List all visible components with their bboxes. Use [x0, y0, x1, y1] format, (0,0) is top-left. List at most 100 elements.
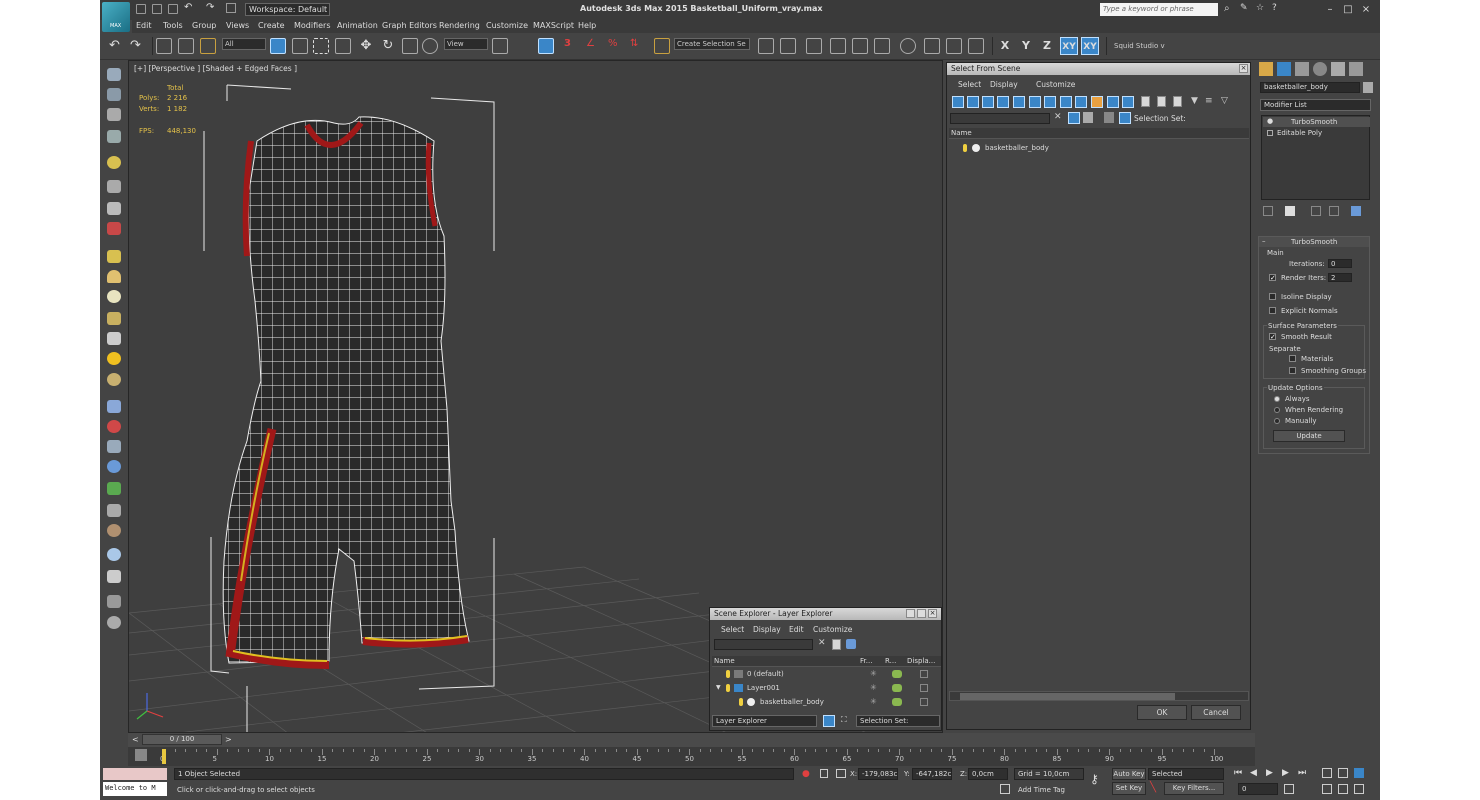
menu-rendering[interactable]: Rendering [439, 21, 480, 30]
when-rendering-radio[interactable] [1274, 407, 1280, 413]
mirror-icon[interactable] [758, 38, 774, 54]
redo-quick-icon[interactable]: ↷ [206, 2, 214, 13]
next-frame-icon[interactable]: ▶ [1282, 768, 1289, 778]
select-object-icon[interactable] [270, 38, 286, 54]
auto-key-button[interactable]: Auto Key [1112, 768, 1146, 780]
sphere-half-icon[interactable] [107, 270, 121, 283]
filter-helpers-icon[interactable] [1013, 96, 1025, 108]
plant-icon[interactable] [107, 482, 121, 495]
sphere-icon[interactable] [107, 290, 121, 303]
table-row[interactable]: basketballer_body ✳ [712, 696, 941, 709]
time-slider-thumb[interactable]: 0 / 100 [142, 734, 222, 745]
filter-xrefs-icon[interactable] [1060, 96, 1072, 108]
key-icon[interactable]: ⚷ [1090, 772, 1099, 786]
render-teapot-icon[interactable] [892, 670, 902, 678]
smoothing-groups-checkbox[interactable] [1289, 367, 1296, 374]
filter-lights-icon[interactable] [982, 96, 994, 108]
sfs-menu-display[interactable]: Display [990, 80, 1018, 89]
rendered-frame-icon[interactable] [946, 38, 962, 54]
make-unique-icon[interactable] [1311, 206, 1321, 216]
orbit-icon[interactable] [1354, 784, 1364, 794]
left-tool-9-icon[interactable] [107, 250, 121, 263]
left-tool-8-icon[interactable] [107, 222, 121, 235]
ok-button[interactable]: OK [1137, 705, 1187, 720]
zoom-all-icon[interactable] [1338, 768, 1348, 778]
left-tool-26-icon[interactable] [107, 616, 121, 629]
table-row[interactable]: 0 (default) ✳ [712, 668, 941, 681]
add-time-tag[interactable]: Add Time Tag [1018, 786, 1065, 794]
selection-lock-icon[interactable] [820, 769, 828, 778]
scene-explorer-close-button[interactable]: × [928, 609, 937, 618]
remove-modifier-icon[interactable] [1329, 206, 1339, 216]
open-file-icon[interactable] [152, 4, 162, 14]
light-bulb-icon[interactable] [739, 698, 743, 706]
time-config-icon[interactable] [1284, 784, 1294, 794]
display-none-icon[interactable] [1157, 96, 1166, 107]
se-menu-edit[interactable]: Edit [789, 625, 804, 634]
cancel-button[interactable]: Cancel [1191, 705, 1241, 720]
communication-icon[interactable]: ✎ [1240, 3, 1248, 13]
se-menu-select[interactable]: Select [721, 625, 744, 634]
filter-cameras-icon[interactable] [997, 96, 1009, 108]
menu-tools[interactable]: Tools [163, 21, 183, 30]
freeze-icon[interactable]: ✳ [870, 697, 877, 706]
left-tool-7-icon[interactable] [107, 202, 121, 215]
set-key-button[interactable]: Set Key [1112, 782, 1146, 795]
left-tool-6-icon[interactable] [107, 180, 121, 193]
rectangular-selection-icon[interactable] [313, 38, 329, 54]
utilities-tab-icon[interactable] [1349, 62, 1363, 76]
se-layer-mode-icon[interactable] [823, 715, 835, 727]
bulb-icon[interactable]: ● [1267, 117, 1273, 125]
sfs-selection-set-icon[interactable] [1119, 112, 1131, 124]
scene-explorer-maximize-button[interactable] [917, 609, 926, 618]
update-button[interactable]: Update [1273, 430, 1345, 442]
menu-customize[interactable]: Customize [486, 21, 528, 30]
explorer-type-dropdown[interactable]: Layer Explorer [712, 715, 817, 727]
rollout-header[interactable]: – TurboSmooth [1259, 237, 1369, 247]
filter-options-icon[interactable]: ≡ [1205, 96, 1213, 106]
material-editor-icon[interactable] [900, 38, 916, 54]
render-teapot-icon[interactable] [892, 684, 902, 692]
time-slider[interactable]: < 0 / 100 > [128, 733, 1255, 747]
torus-icon[interactable] [107, 373, 121, 386]
bind-space-warp-icon[interactable] [200, 38, 216, 54]
link-icon[interactable] [156, 38, 172, 54]
angle-snap-icon[interactable]: ∠ [586, 38, 602, 54]
x-coord-field[interactable]: -179,083cr [858, 768, 898, 780]
key-filters-button[interactable]: Key Filters... [1164, 782, 1224, 795]
se-col-freeze[interactable]: Fr... [860, 657, 872, 665]
sfs-close-button[interactable]: × [1239, 64, 1248, 73]
left-tool-22-icon[interactable] [107, 524, 121, 537]
render-teapot-icon[interactable] [892, 698, 902, 706]
menu-animation[interactable]: Animation [337, 21, 378, 30]
sfs-menu-select[interactable]: Select [958, 80, 981, 89]
left-tool-21-icon[interactable] [107, 504, 121, 517]
menu-views[interactable]: Views [226, 21, 249, 30]
goto-end-icon[interactable]: ⏭ [1298, 768, 1306, 778]
pin-stack-icon[interactable] [1263, 206, 1273, 216]
sfs-col-name[interactable]: Name [951, 129, 972, 137]
filter-funnel-icon[interactable]: ▼ [1191, 96, 1198, 106]
display-invert-icon[interactable] [1173, 96, 1182, 107]
minimize-button[interactable]: – [1322, 3, 1338, 16]
filter-containers-icon[interactable] [1091, 96, 1103, 108]
scene-explorer-minimize-button[interactable] [906, 609, 915, 618]
maxscript-listener[interactable]: Welcome to M [103, 782, 167, 796]
layer-manager-icon[interactable] [806, 38, 822, 54]
list-item[interactable]: basketballer_body [949, 142, 1249, 155]
edit-named-selection-icon[interactable] [654, 38, 670, 54]
light-bulb-icon[interactable] [726, 670, 730, 678]
horizontal-scrollbar[interactable] [949, 691, 1249, 701]
object-name-input[interactable]: basketballer_body [1260, 82, 1360, 93]
curve-editor-icon[interactable] [852, 38, 868, 54]
se-menu-customize[interactable]: Customize [813, 625, 852, 634]
sfs-clear-icon[interactable]: ✕ [1054, 112, 1062, 122]
filter-spacewarps-icon[interactable] [1029, 96, 1041, 108]
undo-quick-icon[interactable]: ↶ [184, 2, 192, 13]
left-tool-2-icon[interactable] [107, 88, 121, 101]
snaps-toggle-icon[interactable]: 3 [564, 38, 580, 54]
filter-geometry-icon[interactable] [952, 96, 964, 108]
select-manipulate-icon[interactable] [538, 38, 554, 54]
y-coord-field[interactable]: -647,182cr [912, 768, 952, 780]
align-icon[interactable] [780, 38, 796, 54]
